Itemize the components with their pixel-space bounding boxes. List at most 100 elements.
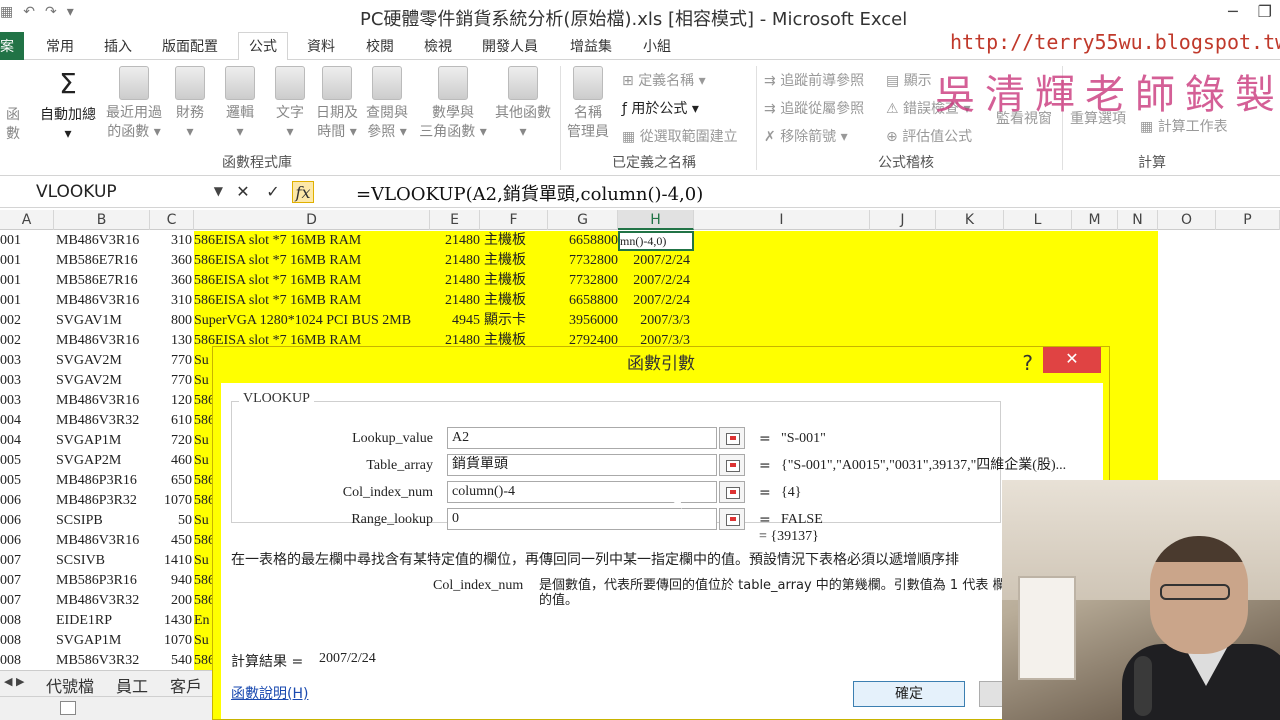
cell-e[interactable]: 21480 [430,271,480,291]
cell-b[interactable]: SVGAP1M [56,631,148,651]
sheet-tab[interactable]: 員工 [116,673,148,697]
cell-g[interactable]: 7732800 [548,251,618,271]
sheet-tab[interactable]: 客戶 [170,673,202,697]
logical-button[interactable]: 邏輯 ▾ [220,60,260,142]
financial-button[interactable]: 財務 ▾ [170,60,210,142]
cell-a[interactable]: 008 [0,611,54,631]
cell-h[interactable]: 2007/2/24 [618,251,694,271]
cell-e[interactable]: 4945 [430,311,480,331]
cell-f[interactable]: 主機板 [480,231,548,251]
cell-b[interactable]: SVGAV1M [56,311,148,331]
cell-g[interactable]: 7732800 [548,271,618,291]
cell-f[interactable]: 主機板 [480,291,548,311]
cell-f[interactable]: 主機板 [480,271,548,291]
range-select-icon[interactable] [719,454,745,476]
cell-e[interactable]: 21480 [430,291,480,311]
cell-c[interactable]: 720 [150,431,192,451]
tab-insert[interactable]: 插入 [104,36,132,56]
save-icon[interactable]: ▦ [0,4,13,20]
cell-c[interactable]: 1070 [150,491,192,511]
cell-g[interactable]: 6658800 [548,291,618,311]
cell-d[interactable]: 586EISA slot *7 16MB RAM [194,271,430,291]
cell-c[interactable]: 360 [150,251,192,271]
tab-page-layout[interactable]: 版面配置 [162,36,218,56]
macro-record-icon[interactable] [60,701,76,715]
chevron-down-icon[interactable]: ▼ [214,184,223,198]
cell-b[interactable]: MB486V3R32 [56,591,148,611]
autosum-button[interactable]: Σ 自動加總 ▾ [36,60,100,144]
cell-b[interactable]: MB486V3R16 [56,531,148,551]
cell-c[interactable]: 50 [150,511,192,531]
tab-developer[interactable]: 開發人員 [482,36,538,56]
create-from-selection-button[interactable]: ▦ 從選取範圍建立 [622,126,738,146]
cell-a[interactable]: 001 [0,251,54,271]
cell-a[interactable]: 007 [0,591,54,611]
cell-a[interactable]: 002 [0,311,54,331]
datetime-button[interactable]: 日期及 時間 ▾ [314,60,360,142]
cell-a[interactable]: 007 [0,551,54,571]
define-name-button[interactable]: ⊞ 定義名稱 ▾ [622,70,706,90]
range-select-icon[interactable] [719,508,745,530]
cell-e[interactable]: 21480 [430,251,480,271]
cancel-entry-icon[interactable]: ✕ [232,181,254,203]
cell-c[interactable]: 1410 [150,551,192,571]
active-cell[interactable]: mn()-4,0) [618,231,694,251]
cell-g[interactable]: 3956000 [548,311,618,331]
cell-f[interactable]: 顯示卡 [480,311,548,331]
tab-data[interactable]: 資料 [307,36,335,56]
cell-b[interactable]: MB486P3R32 [56,491,148,511]
math-trig-button[interactable]: 數學與 三角函數 ▾ [414,60,492,142]
help-icon[interactable]: ? [1022,351,1033,375]
redo-icon[interactable]: ↷ [45,4,57,20]
cell-b[interactable]: MB586E7R16 [56,271,148,291]
cell-b[interactable]: SVGAV2M [56,371,148,391]
tab-view[interactable]: 檢視 [424,36,452,56]
cell-b[interactable]: EIDE1RP [56,611,148,631]
name-box[interactable]: VLOOKUP ▼ [0,180,225,206]
column-header-g[interactable]: G [548,210,618,230]
trace-dependents-button[interactable]: ⇉ 追蹤從屬參照 [764,98,864,118]
function-help-link[interactable]: 函數說明(H) [231,683,308,703]
cell-b[interactable]: MB486V3R16 [56,231,148,251]
cell-c[interactable]: 460 [150,451,192,471]
cell-d[interactable]: 586EISA slot *7 16MB RAM [194,291,430,311]
cell-e[interactable]: 21480 [430,231,480,251]
column-header-d[interactable]: D [194,210,430,230]
customize-qat-icon[interactable]: ▾ [67,4,74,20]
cell-a[interactable]: 006 [0,491,54,511]
cell-c[interactable]: 450 [150,531,192,551]
tab-team[interactable]: 小組 [643,36,671,56]
lookup-reference-button[interactable]: 查閱與 參照 ▾ [364,60,410,142]
tab-formulas[interactable]: 公式 [238,32,288,62]
cell-c[interactable]: 770 [150,351,192,371]
cell-b[interactable]: MB486P3R16 [56,471,148,491]
cell-g[interactable]: 6658800 [548,231,618,251]
sheet-nav-arrows-icon[interactable]: ◀ ▶ [4,675,24,688]
cell-c[interactable]: 1430 [150,611,192,631]
close-button[interactable]: ✕ [1043,347,1101,373]
cell-c[interactable]: 540 [150,651,192,670]
cell-c[interactable]: 650 [150,471,192,491]
enter-entry-icon[interactable]: ✓ [262,181,284,203]
cell-a[interactable]: 004 [0,431,54,451]
sheet-tab[interactable]: 代號檔 [46,673,94,697]
column-header-e[interactable]: E [430,210,480,230]
cell-a[interactable]: 003 [0,351,54,371]
cell-a[interactable]: 008 [0,631,54,651]
restore-icon[interactable]: ❐ [1258,2,1272,21]
cell-d[interactable]: 586EISA slot *7 16MB RAM [194,231,430,251]
text-button[interactable]: 文字 ▾ [270,60,310,142]
column-header-c[interactable]: C [150,210,194,230]
cell-a[interactable]: 004 [0,411,54,431]
cell-a[interactable]: 006 [0,531,54,551]
tab-addins[interactable]: 增益集 [570,36,612,56]
cell-h[interactable]: 2007/2/24 [618,291,694,311]
cell-b[interactable]: SVGAP1M [56,431,148,451]
cell-c[interactable]: 310 [150,291,192,311]
formula-input[interactable]: =VLOOKUP(A2,銷貨單頭,column()-4,0) [356,180,703,206]
cell-c[interactable]: 360 [150,271,192,291]
column-header-f[interactable]: F [480,210,548,230]
range-select-icon[interactable] [719,481,745,503]
undo-icon[interactable]: ↶ [23,4,35,20]
cell-d[interactable]: 586EISA slot *7 16MB RAM [194,251,430,271]
